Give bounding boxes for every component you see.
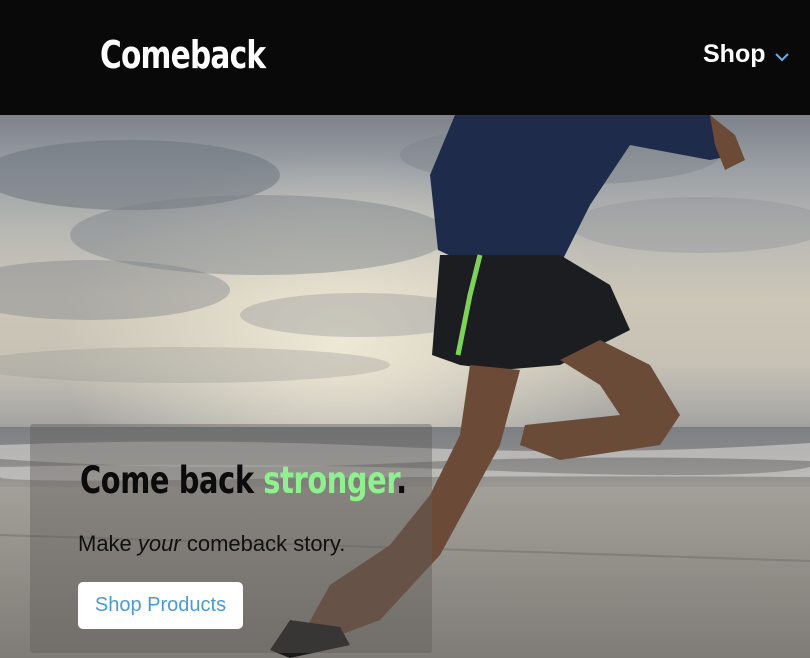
headline-suffix: . bbox=[396, 459, 407, 502]
subline-emphasis: your bbox=[137, 531, 181, 556]
brand-logo[interactable]: Comeback bbox=[100, 33, 266, 77]
nav-shop-label: Shop bbox=[703, 40, 766, 68]
chevron-down-icon bbox=[774, 52, 789, 61]
hero-card: Come back stronger. Make your comeback s… bbox=[30, 424, 432, 653]
headline-prefix: Come back bbox=[80, 459, 264, 502]
hero-banner: Come back stronger. Make your comeback s… bbox=[0, 115, 810, 658]
subline-prefix: Make bbox=[78, 531, 138, 556]
shop-products-button[interactable]: Shop Products bbox=[78, 582, 243, 629]
nav-shop-menu[interactable]: Shop bbox=[703, 40, 789, 69]
site-header: Comeback Shop bbox=[0, 0, 810, 115]
hero-subline: Make your comeback story. bbox=[78, 531, 345, 557]
hero-headline: Come back stronger. bbox=[80, 459, 407, 502]
headline-accent: stronger bbox=[263, 459, 397, 502]
subline-suffix: comeback story. bbox=[180, 531, 346, 556]
